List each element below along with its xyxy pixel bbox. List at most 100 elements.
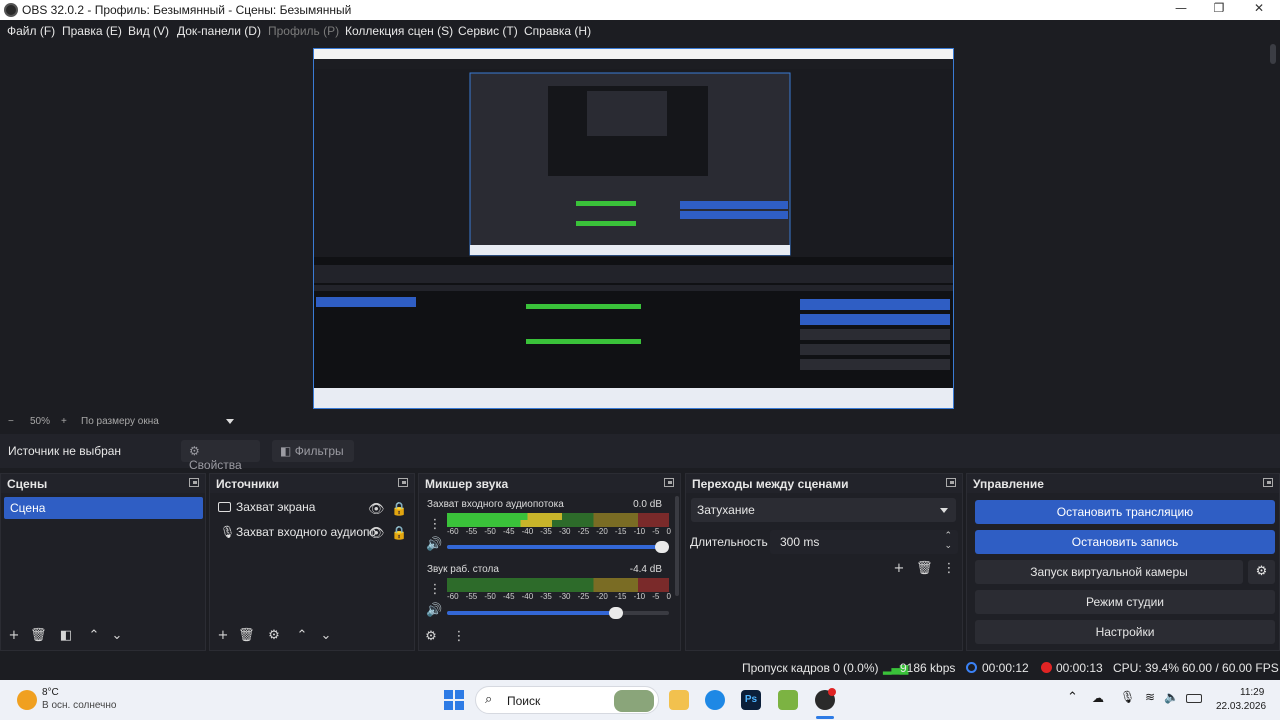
chevron-up-icon[interactable]: ⌃	[1067, 690, 1078, 705]
remove-transition-icon[interactable]: 🗑	[916, 561, 933, 577]
clock-time[interactable]: 11:29	[1240, 687, 1264, 698]
wifi-icon[interactable]: ≋	[1145, 690, 1155, 704]
meter-scale: -60 -55 -50 -45 -40 -35 -30 -25 -20 -15 -10 -5 0	[447, 527, 671, 537]
weather-temp[interactable]: 8°C	[42, 687, 59, 698]
virtual-camera-settings-icon[interactable]: ⚙	[1248, 560, 1275, 584]
fps: 60.00 / 60.00 FPS	[1182, 661, 1279, 675]
speaker-icon[interactable]: 🔊	[426, 537, 442, 553]
record-time: 00:00:13	[1056, 661, 1103, 675]
search-placeholder: Поиск	[507, 694, 541, 708]
record-status-icon	[1041, 662, 1052, 673]
meter-tick-label: -60	[447, 527, 459, 536]
menu-tools[interactable]: Сервис (T)	[458, 24, 518, 38]
remove-source-icon[interactable]: 🗑	[238, 628, 255, 644]
close-button[interactable]: ✕	[1239, 1, 1279, 19]
advanced-audio-icon[interactable]: ⚙	[423, 629, 439, 645]
microphone-icon[interactable]: 🎙	[1120, 690, 1135, 704]
menu-docks[interactable]: Док-панели (D)	[177, 24, 261, 38]
preview-scrollbar[interactable]	[1270, 44, 1276, 410]
move-down-icon[interactable]: ⌄	[109, 628, 125, 644]
studio-mode-button[interactable]: Режим студии	[975, 590, 1275, 614]
lock-icon[interactable]: 🔒	[391, 526, 407, 542]
photoshop-icon[interactable]: Ps	[741, 690, 761, 710]
scenes-title: Сцены	[7, 477, 48, 491]
source-label: Захват входного аудиопотока	[236, 525, 376, 539]
battery-icon[interactable]	[1186, 694, 1202, 703]
properties-button[interactable]: ⚙ Свойства	[181, 440, 260, 472]
maximize-button[interactable]: ❐	[1199, 1, 1239, 19]
volume-slider-handle[interactable]	[609, 607, 623, 619]
zoom-in-button[interactable]: +	[61, 416, 67, 427]
spin-down-icon[interactable]: ⌄	[944, 541, 952, 551]
mixer-channels: Захват входного аудиопотока 0.0 dB ⋮ -60…	[419, 493, 680, 629]
windows-start-icon[interactable]	[444, 690, 464, 710]
more-menu-icon[interactable]: ⋮	[427, 517, 443, 533]
add-transition-icon[interactable]: +	[891, 561, 907, 577]
mixer-channel-name: Звук раб. стола	[427, 564, 499, 575]
monitor-icon	[218, 502, 231, 512]
move-down-icon[interactable]: ⌄	[318, 628, 334, 644]
taskbar-search[interactable]: ⌕ Поиск	[475, 686, 659, 714]
scene-item[interactable]: Сцена	[4, 497, 203, 519]
add-scene-icon[interactable]: +	[6, 628, 22, 644]
float-dock-icon[interactable]	[946, 478, 956, 487]
duration-value: 300 ms	[780, 535, 820, 549]
menu-view[interactable]: Вид (V)	[128, 24, 169, 38]
filters-button[interactable]: ◧ Фильтры	[272, 440, 354, 462]
preview-canvas[interactable]	[313, 48, 954, 409]
move-up-icon[interactable]: ⌃	[86, 628, 102, 644]
scene-filters-icon[interactable]: ◧	[58, 628, 74, 644]
menu-help[interactable]: Справка (H)	[524, 24, 591, 38]
float-dock-icon[interactable]	[1263, 478, 1273, 487]
meter-tick-label: -30	[558, 527, 571, 536]
microphone-icon: 🎙	[220, 525, 236, 539]
float-dock-icon[interactable]	[398, 478, 408, 487]
weather-sun-icon[interactable]	[17, 690, 37, 710]
bitrate: 9186 kbps	[900, 661, 956, 675]
start-virtual-camera-button[interactable]: Запуск виртуальной камеры	[975, 560, 1243, 584]
zoom-dropdown-icon[interactable]	[226, 419, 234, 424]
duration-spinbox[interactable]: 300 ms ⌃ ⌄	[770, 530, 958, 554]
weather-desc[interactable]: В осн. солнечно	[42, 700, 116, 711]
remove-scene-icon[interactable]: 🗑	[30, 628, 47, 644]
speaker-icon[interactable]: 🔊	[426, 603, 442, 619]
stop-streaming-button[interactable]: Остановить трансляцию	[975, 500, 1275, 524]
volume-slider-handle[interactable]	[655, 541, 669, 553]
menu-scene-collection[interactable]: Коллекция сцен (S)	[345, 24, 453, 38]
mixer-scrollbar[interactable]	[675, 496, 679, 596]
volume-slider[interactable]	[447, 541, 669, 553]
menu-edit[interactable]: Правка (E)	[62, 24, 122, 38]
volume-icon[interactable]: 🔈	[1164, 690, 1179, 704]
visibility-eye-icon[interactable]: 👁	[368, 526, 385, 542]
transitions-title: Переходы между сценами	[692, 477, 849, 491]
visibility-eye-icon[interactable]: 👁	[368, 502, 385, 518]
meter-tick-label: -35	[540, 527, 552, 536]
add-source-icon[interactable]: +	[215, 628, 231, 644]
spin-up-icon[interactable]: ⌃	[944, 531, 952, 541]
clock-date[interactable]: 22.03.2026	[1216, 701, 1266, 712]
menu-file[interactable]: Файл (F)	[7, 24, 55, 38]
lock-icon[interactable]: 🔒	[391, 502, 407, 518]
zoom-out-button[interactable]: −	[8, 416, 14, 427]
onedrive-icon[interactable]: ☁	[1092, 691, 1104, 705]
settings-button[interactable]: Настройки	[975, 620, 1275, 644]
move-up-icon[interactable]: ⌃	[294, 628, 310, 644]
meter-tick-label: -50	[484, 527, 496, 536]
float-dock-icon[interactable]	[664, 478, 674, 487]
file-explorer-icon[interactable]	[669, 690, 689, 710]
volume-slider[interactable]	[447, 607, 669, 619]
stop-recording-button[interactable]: Остановить запись	[975, 530, 1275, 554]
more-menu-icon[interactable]: ⋮	[427, 582, 443, 598]
more-menu-icon[interactable]: ⋮	[941, 561, 957, 577]
meter-tick-label: -20	[596, 527, 608, 536]
source-properties-icon[interactable]: ⚙	[266, 628, 282, 644]
meter-tick-label: -55	[465, 592, 478, 601]
edge-browser-icon[interactable]	[705, 690, 725, 710]
more-menu-icon[interactable]: ⋮	[451, 629, 467, 645]
float-dock-icon[interactable]	[189, 478, 199, 487]
app-stack-icon[interactable]	[778, 690, 798, 710]
transition-select[interactable]: Затухание	[691, 498, 956, 522]
recording-badge-icon	[828, 688, 836, 696]
meter-tick-label: -10	[633, 592, 646, 601]
minimize-button[interactable]: —	[1161, 1, 1201, 19]
